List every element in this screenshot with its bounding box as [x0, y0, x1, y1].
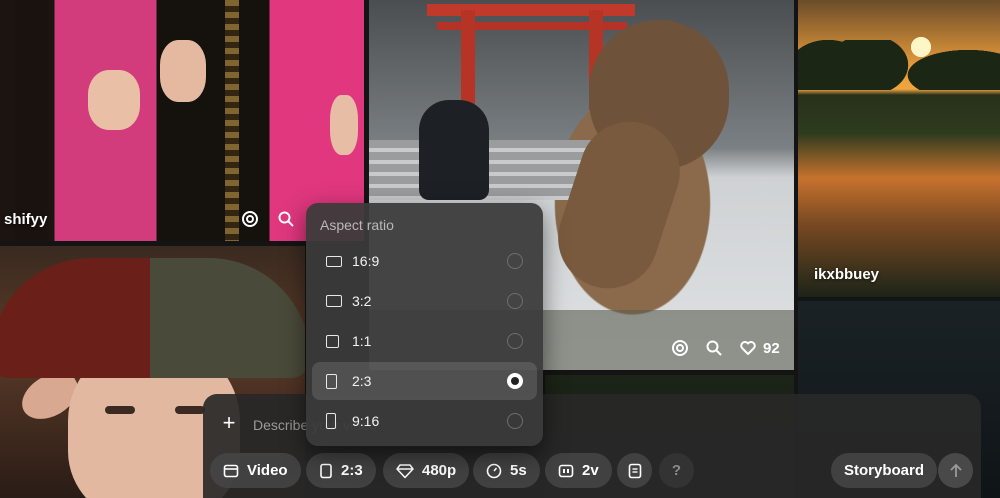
landscape-frame-icon: [326, 255, 342, 267]
presets-button[interactable]: [617, 453, 652, 488]
aspect-option-9-16[interactable]: 9:16: [312, 402, 537, 440]
aspect-ratio-menu: Aspect ratio 16:9 3:2 1:1 2:3 9:16: [306, 203, 543, 446]
variations-icon: [558, 464, 574, 477]
quality-label: 480p: [422, 462, 457, 479]
search-icon[interactable]: [275, 208, 297, 230]
radio-button-selected[interactable]: [507, 373, 523, 389]
portrait-frame-icon: [326, 373, 337, 389]
tile-author[interactable]: ikxbbuey: [814, 266, 879, 283]
remix-icon[interactable]: [239, 208, 261, 230]
search-icon[interactable]: [703, 337, 725, 359]
variations-button[interactable]: 2v: [545, 453, 612, 488]
radio-button[interactable]: [507, 253, 523, 269]
tile-author[interactable]: shifyy: [4, 211, 47, 228]
portrait-frame-icon: [326, 413, 336, 429]
remix-icon[interactable]: [669, 337, 691, 359]
document-icon: [628, 463, 641, 478]
help-label: ?: [671, 462, 682, 479]
arrow-up-icon: [949, 463, 962, 477]
aspect-option-3-2[interactable]: 3:2: [312, 282, 537, 320]
send-button[interactable]: [938, 453, 973, 488]
mode-video-button[interactable]: Video: [210, 453, 301, 488]
duration-button[interactable]: 5s: [473, 453, 540, 488]
aspect-ratio-button[interactable]: 2:3: [306, 453, 376, 488]
storyboard-label: Storyboard: [844, 462, 925, 479]
portrait-frame-icon: [320, 463, 332, 478]
radio-button[interactable]: [507, 333, 523, 349]
radio-button[interactable]: [507, 413, 523, 429]
menu-header: Aspect ratio: [320, 217, 394, 233]
landscape-frame-icon: [326, 295, 342, 307]
mode-label: Video: [247, 462, 288, 479]
aspect-option-1-1[interactable]: 1:1: [312, 322, 537, 360]
heart-icon[interactable]: [737, 337, 759, 359]
quality-button[interactable]: 480p: [383, 453, 470, 488]
help-button[interactable]: ?: [659, 453, 694, 488]
diamond-icon: [396, 463, 414, 478]
like-count: 92: [763, 340, 780, 357]
storyboard-button[interactable]: Storyboard: [831, 453, 938, 488]
gallery-tile-sunset[interactable]: ikxbbuey: [798, 0, 1000, 297]
variations-label: 2v: [582, 462, 599, 479]
radio-button[interactable]: [507, 293, 523, 309]
video-icon: [223, 464, 239, 477]
aspect-option-2-3[interactable]: 2:3: [312, 362, 537, 400]
square-frame-icon: [326, 334, 339, 348]
clock-icon: [486, 463, 502, 478]
aspect-option-16-9[interactable]: 16:9: [312, 242, 537, 280]
add-attachment-icon[interactable]: +: [219, 412, 239, 434]
duration-label: 5s: [510, 462, 527, 479]
aspect-label: 2:3: [341, 462, 363, 479]
